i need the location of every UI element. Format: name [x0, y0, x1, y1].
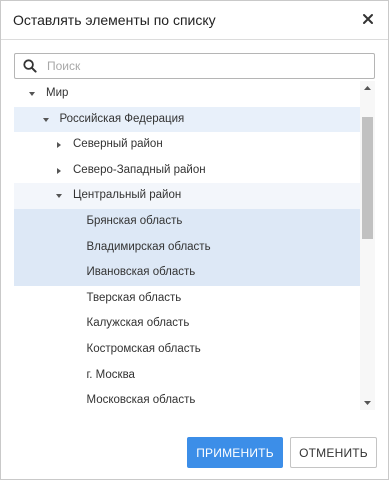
tree-list: Московская область г. Москва Костромская о… — [14, 81, 375, 410]
tree-item[interactable]: Брянская область — [14, 209, 360, 235]
tree-item[interactable]: Костромская область — [14, 337, 360, 363]
tree-item[interactable]: Ивановская область — [14, 260, 360, 286]
tree-item[interactable]: Российская Федерация — [14, 106, 360, 133]
scrollbar[interactable] — [360, 81, 375, 410]
search-box[interactable] — [14, 53, 375, 79]
search-input[interactable] — [47, 56, 367, 76]
scroll-up-arrow-icon[interactable] — [360, 81, 375, 95]
search-icon — [23, 59, 37, 73]
tree-item-label: Северо-Западный район — [73, 163, 206, 176]
caret-down-icon[interactable] — [54, 191, 64, 201]
tree-item-label: Калужская область — [86, 317, 190, 330]
dialog-title: Оставлять элементы по списку — [13, 12, 216, 28]
tree-item-label: Северный район — [73, 138, 163, 151]
tree-item[interactable]: Владимирская область — [14, 234, 360, 261]
caret-right-icon[interactable] — [54, 166, 64, 176]
tree-item[interactable]: Центральный район — [14, 183, 360, 209]
tree-item[interactable]: Московская область — [14, 388, 360, 410]
tree-item-label: Московская область — [86, 394, 196, 407]
scroll-down-arrow-icon[interactable] — [360, 396, 375, 410]
scrollbar-thumb[interactable] — [362, 117, 373, 239]
caret-down-icon[interactable] — [41, 115, 51, 125]
tree-item-label: Мир — [46, 87, 69, 99]
tree-item[interactable]: Тверская область — [14, 286, 360, 312]
cancel-button[interactable]: ОТМЕНИТЬ — [290, 437, 377, 468]
tree-item-label: Владимирская область — [86, 240, 211, 253]
filter-dialog: Оставлять элементы по списку Московская … — [0, 0, 389, 480]
tree-item-label: Российская Федерация — [59, 112, 185, 125]
tree-item[interactable]: Калужская область — [14, 311, 360, 337]
tree-item-label: Брянская область — [86, 215, 183, 227]
caret-right-icon[interactable] — [54, 140, 64, 150]
caret-down-icon[interactable] — [27, 89, 37, 99]
tree-item[interactable]: г. Москва — [14, 363, 360, 389]
dialog-header: Оставлять элементы по списку — [1, 1, 388, 40]
tree-item-label: Костромская область — [86, 343, 201, 355]
close-icon[interactable] — [358, 9, 378, 29]
tree-item-label: г. Москва — [86, 368, 135, 381]
tree-item-label: Ивановская область — [86, 266, 196, 279]
tree-item-label: Тверская область — [86, 291, 182, 304]
apply-button[interactable]: ПРИМЕНИТЬ — [187, 437, 283, 468]
tree-item-label: Центральный район — [73, 189, 182, 202]
tree-item[interactable]: Северный район — [14, 132, 360, 158]
tree-item[interactable]: Северо-Западный район — [14, 158, 360, 184]
tree-item[interactable]: Мир — [14, 81, 360, 107]
